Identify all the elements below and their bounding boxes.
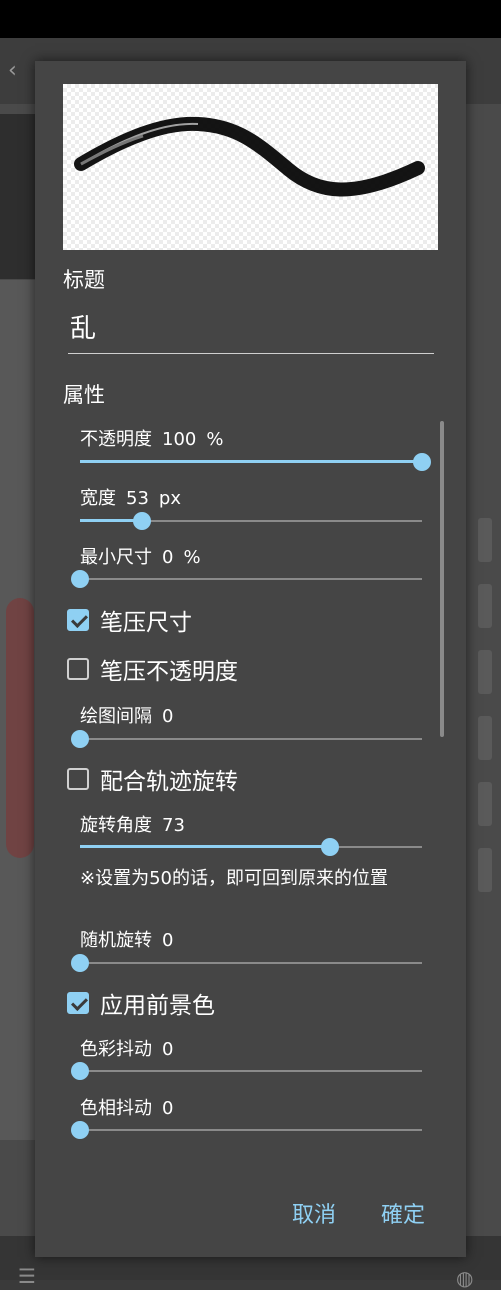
status-bar xyxy=(0,0,501,38)
random-rotation-slider[interactable] xyxy=(71,953,422,973)
apply-foreground-color-checkbox-row[interactable]: 应用前景色 xyxy=(67,989,215,1019)
background-layer-panel xyxy=(0,114,36,279)
slider-thumb[interactable] xyxy=(71,1062,89,1080)
brush-stroke-preview xyxy=(74,116,425,197)
spacing-label: 绘图间隔 0 xyxy=(80,706,174,727)
color-jitter-slider[interactable] xyxy=(71,1061,422,1081)
hue-jitter-label: 色相抖动 0 xyxy=(80,1098,174,1119)
slider-thumb[interactable] xyxy=(132,512,151,530)
back-arrow-icon: ‹ xyxy=(8,58,17,83)
checkmark-icon[interactable] xyxy=(67,609,89,631)
color-jitter-label: 色彩抖动 0 xyxy=(80,1039,174,1060)
checkmark-icon[interactable] xyxy=(67,992,89,1014)
ok-button[interactable]: 確定 xyxy=(381,1197,425,1229)
opacity-slider[interactable] xyxy=(80,452,431,472)
pressure-opacity-label: 笔压不透明度 xyxy=(100,659,238,685)
opacity-label: 不透明度 100% xyxy=(80,429,224,450)
brush-settings-dialog: 标题 乱 属性 不透明度 100% 宽度 53 px 最小尺寸 0% 笔压尺寸 笔压不透… xyxy=(35,61,466,1257)
background-tool-tiles xyxy=(466,518,501,938)
brush-title-input[interactable]: 乱 xyxy=(68,308,434,354)
width-label: 宽度 53 px xyxy=(80,488,181,509)
pressure-size-label: 笔压尺寸 xyxy=(100,610,192,636)
pressure-opacity-checkbox-row[interactable]: 笔压不透明度 xyxy=(67,655,238,685)
slider-thumb[interactable] xyxy=(71,954,89,972)
cancel-button[interactable]: 取消 xyxy=(292,1197,336,1229)
min-size-label: 最小尺寸 0% xyxy=(80,547,201,568)
background-drawing xyxy=(6,598,34,858)
follow-stroke-rotation-checkbox-row[interactable]: 配合轨迹旋转 xyxy=(67,765,238,795)
random-rotation-label: 随机旋转 0 xyxy=(80,930,174,951)
slider-thumb[interactable] xyxy=(413,453,431,471)
slider-thumb[interactable] xyxy=(320,838,339,856)
apply-foreground-color-label: 应用前景色 xyxy=(100,993,215,1019)
spacing-slider[interactable] xyxy=(71,729,422,749)
slider-thumb[interactable] xyxy=(71,730,89,748)
min-size-slider[interactable] xyxy=(71,569,422,589)
properties-label: 属性 xyxy=(63,383,105,407)
slider-thumb[interactable] xyxy=(71,570,89,588)
hue-jitter-slider[interactable] xyxy=(71,1120,422,1140)
width-slider[interactable] xyxy=(80,511,422,531)
globe-icon: ◍ xyxy=(456,1266,474,1290)
menu-icon: ☰ xyxy=(18,1264,36,1288)
dialog-scrollbar[interactable] xyxy=(440,421,444,737)
title-label: 标题 xyxy=(63,268,105,292)
rotation-angle-slider[interactable] xyxy=(80,837,422,857)
rotation-note: ※设置为50的话，即可回到原来的位置 xyxy=(80,868,388,889)
rotation-angle-label: 旋转角度 73 xyxy=(80,815,185,836)
brush-preview xyxy=(63,84,438,250)
follow-stroke-rotation-label: 配合轨迹旋转 xyxy=(100,769,238,795)
slider-thumb[interactable] xyxy=(71,1121,89,1139)
checkbox-icon[interactable] xyxy=(67,658,89,680)
pressure-size-checkbox-row[interactable]: 笔压尺寸 xyxy=(67,606,192,636)
checkbox-icon[interactable] xyxy=(67,768,89,790)
